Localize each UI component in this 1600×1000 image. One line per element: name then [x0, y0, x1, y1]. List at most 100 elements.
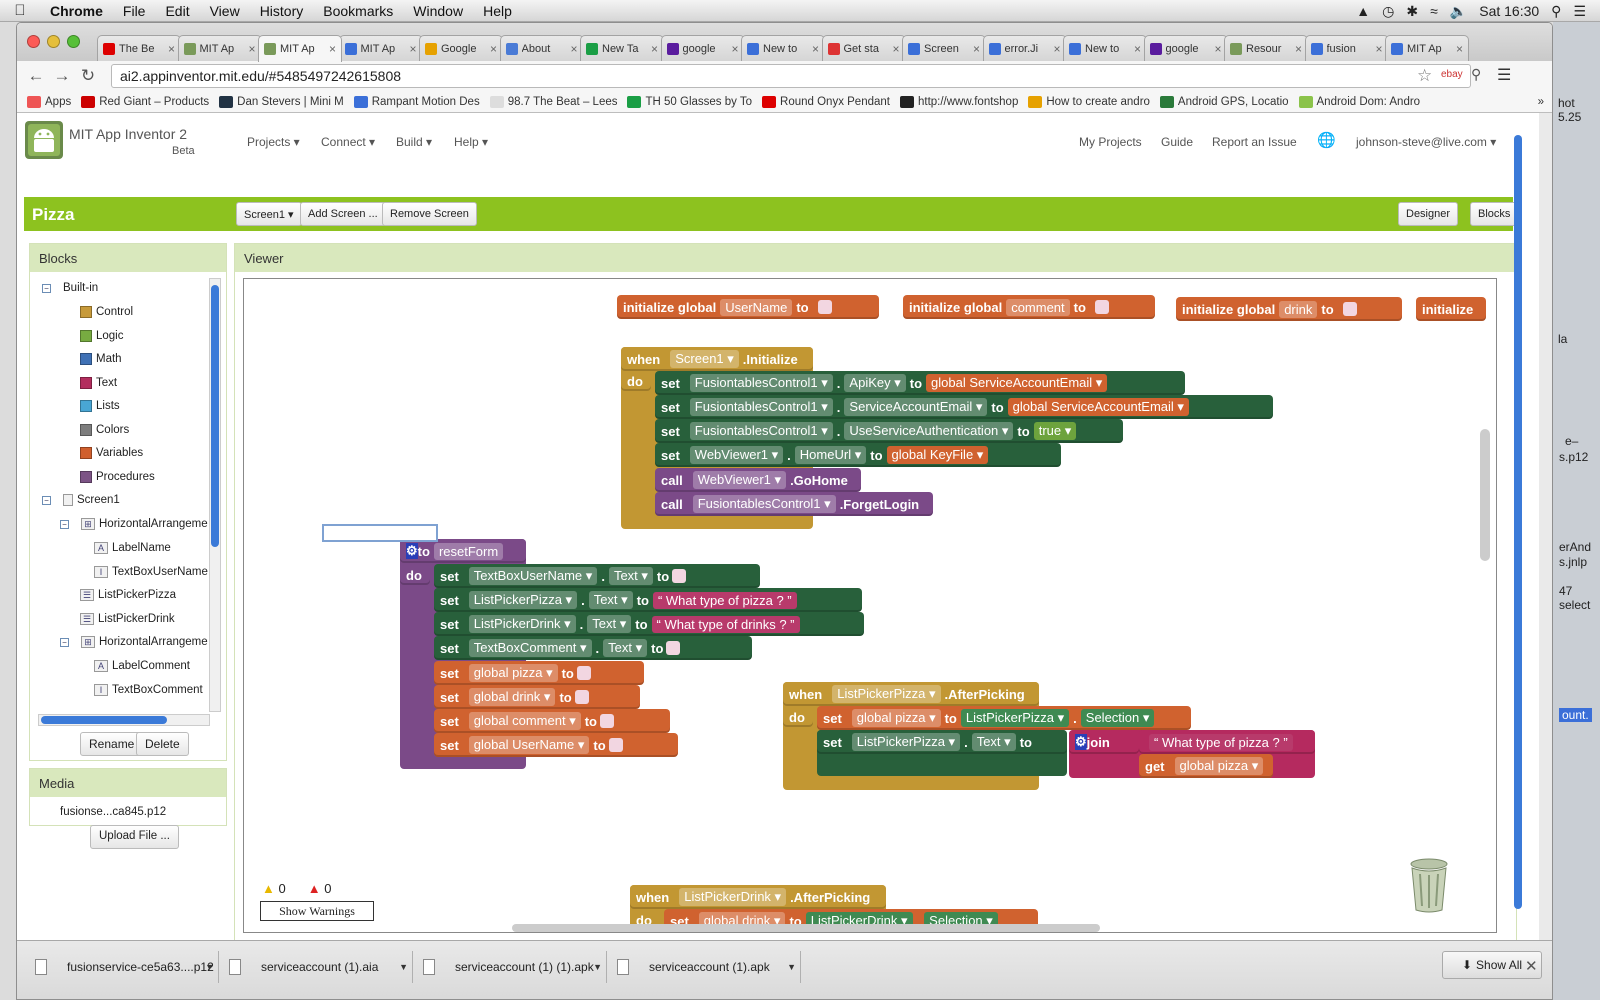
tree-screen1[interactable]: − Screen1 — [42, 494, 120, 506]
component-node[interactable]: ☰ ListPickerDrink — [80, 613, 175, 625]
tab-close-icon[interactable]: × — [570, 42, 577, 56]
component-dropdown[interactable]: TextBoxComment ▾ — [468, 639, 592, 657]
download-item[interactable]: fusionservice-ce5a63....p12 ▼ — [25, 951, 219, 983]
tab-close-icon[interactable]: × — [248, 42, 255, 56]
rename-button[interactable]: Rename — [80, 732, 144, 756]
user-account-menu[interactable]: johnson-steve@live.com ▾ — [1356, 135, 1496, 149]
empty-text-literal[interactable] — [1094, 300, 1109, 314]
join-block[interactable]: ⚙ join — [1069, 730, 1139, 754]
help-menu[interactable]: Help ▾ — [454, 135, 488, 149]
bookmark-item[interactable]: Round Onyx Pendant — [762, 95, 890, 108]
tab-close-icon[interactable]: × — [490, 42, 497, 56]
empty-text-literal[interactable] — [600, 714, 614, 728]
tab-close-icon[interactable]: × — [651, 42, 658, 56]
set-property-block[interactable]: set ListPickerDrink ▾. Text ▾ to “ What type… — [434, 612, 864, 636]
variable-name-field[interactable]: drink — [1279, 300, 1318, 318]
bookmark-item[interactable]: Red Giant – Products — [81, 95, 209, 108]
report-issue-link[interactable]: Report an Issue — [1212, 135, 1297, 149]
list-icon[interactable]: ☰ — [1573, 3, 1586, 20]
menu-file[interactable]: File — [113, 3, 156, 19]
zoom-window-button[interactable] — [67, 35, 80, 48]
property-dropdown[interactable]: ServiceAccountEmail ▾ — [844, 398, 988, 416]
component-getter-block[interactable]: ListPickerPizza ▾ — [960, 709, 1070, 727]
search-extension-icon[interactable]: ⚲ — [1471, 66, 1481, 83]
do-label[interactable]: do — [621, 371, 651, 391]
call-method-block[interactable]: call WebViewer1 ▾ .GoHome — [655, 468, 861, 492]
call-method-block[interactable]: call FusiontablesControl1 ▾ .ForgetLogin — [655, 492, 933, 516]
apple-menu-icon[interactable]:  — [0, 2, 40, 19]
bluetooth-icon[interactable]: ✱ — [1406, 3, 1418, 20]
set-property-block[interactable]: set FusiontablesControl1 ▾. UseServiceAuth… — [655, 419, 1123, 443]
add-screen-button[interactable]: Add Screen ... — [300, 202, 386, 226]
search-icon[interactable]: ⚲ — [1551, 3, 1561, 20]
variable-dropdown[interactable]: global pizza ▾ — [468, 664, 558, 682]
tab-close-icon[interactable]: × — [1456, 42, 1463, 56]
menu-view[interactable]: View — [200, 3, 250, 19]
when-screen-initialize-header[interactable]: when Screen1 ▾ .Initialize — [621, 347, 813, 371]
browser-tab[interactable]: google × — [1143, 35, 1228, 61]
close-downloads-icon[interactable]: ✕ — [1525, 957, 1538, 975]
component-dropdown[interactable]: FusiontablesControl1 ▾ — [689, 398, 833, 416]
browser-tab[interactable]: New to × — [741, 35, 825, 61]
download-item[interactable]: serviceaccount (1) (1).apk ▼ — [413, 951, 607, 983]
builtin-variables[interactable]: Variables — [80, 447, 143, 459]
collapse-icon[interactable]: − — [42, 283, 51, 293]
bookmark-item[interactable]: Android GPS, Locatio — [1159, 95, 1289, 108]
set-global-block[interactable]: set global drink ▾ to — [434, 685, 640, 709]
menu-edit[interactable]: Edit — [155, 3, 199, 19]
component-dropdown[interactable]: FusiontablesControl1 ▾ — [689, 422, 833, 440]
property-dropdown[interactable]: HomeUrl ▾ — [794, 446, 867, 464]
collapse-icon[interactable]: − — [60, 519, 69, 529]
build-menu[interactable]: Build ▾ — [396, 135, 432, 149]
menu-app-name[interactable]: Chrome — [40, 3, 113, 19]
my-projects-link[interactable]: My Projects — [1079, 135, 1142, 149]
tab-close-icon[interactable]: × — [1053, 42, 1060, 56]
browser-tab[interactable]: google × — [660, 35, 745, 61]
property-dropdown[interactable]: Text ▾ — [971, 733, 1016, 751]
scrollbar-thumb[interactable] — [1514, 135, 1522, 909]
page-vertical-scrollbar[interactable] — [1513, 133, 1523, 913]
variable-name-field[interactable]: comment — [1006, 298, 1070, 316]
chevron-down-icon[interactable]: ▼ — [593, 962, 602, 972]
gear-icon[interactable]: ⚙ — [406, 543, 418, 559]
component-node[interactable]: I TextBoxComment — [94, 684, 203, 696]
tab-close-icon[interactable]: × — [1295, 42, 1302, 56]
address-bar[interactable]: ai2.appinventor.mit.edu/#548549724261580… — [111, 64, 1471, 88]
delete-button[interactable]: Delete — [136, 732, 189, 756]
browser-tab[interactable]: Google × — [419, 35, 503, 61]
app-inventor-logo[interactable] — [25, 121, 63, 159]
set-global-block[interactable]: set global comment ▾ to — [434, 709, 670, 733]
scrollbar-thumb[interactable] — [41, 716, 167, 724]
browser-tab[interactable]: Screen × — [902, 35, 986, 61]
component-node[interactable]: A LabelName — [94, 542, 171, 554]
variable-dropdown[interactable]: global pizza ▾ — [851, 709, 941, 727]
component-dropdown[interactable]: Screen1 ▾ — [670, 350, 739, 368]
show-warnings-button[interactable]: Show Warnings — [260, 901, 374, 921]
time-machine-icon[interactable]: ◷ — [1382, 3, 1394, 20]
component-dropdown[interactable]: TextBoxUserName ▾ — [468, 567, 598, 585]
notification-icon[interactable]: ▲ — [1356, 3, 1370, 19]
screen-select-dropdown[interactable]: Screen1 ▾ — [236, 202, 302, 226]
initialize-global-block[interactable]: initialize global UserName to — [617, 295, 879, 319]
tab-close-icon[interactable]: × — [1134, 42, 1141, 56]
projects-menu[interactable]: Projects ▾ — [247, 135, 300, 149]
empty-text-literal[interactable] — [672, 569, 687, 583]
chevron-down-icon[interactable]: ▼ — [399, 962, 408, 972]
scrollbar-thumb[interactable] — [211, 285, 219, 547]
get-global-block[interactable]: global ServiceAccountEmail ▾ — [1007, 398, 1189, 416]
bookmark-item[interactable]: Dan Stevers | Mini M — [219, 95, 344, 108]
set-property-block[interactable]: set WebViewer1 ▾. HomeUrl ▾ to global KeyFil… — [655, 443, 1061, 467]
chevron-down-icon[interactable]: ▼ — [787, 962, 796, 972]
menu-help[interactable]: Help — [473, 3, 522, 19]
bookmark-item[interactable]: Android Dom: Andro — [1298, 95, 1420, 108]
workspace-horizontal-scrollbar[interactable] — [512, 924, 1100, 932]
set-global-block[interactable]: set global pizza ▾ to — [434, 661, 644, 685]
property-dropdown[interactable]: ApiKey ▾ — [844, 374, 906, 392]
bookmark-item[interactable]: http://www.fontshop — [899, 95, 1018, 108]
tree-vertical-scrollbar[interactable] — [209, 278, 221, 712]
download-item[interactable]: serviceaccount (1).aia ▼ — [219, 951, 413, 983]
bookmark-item[interactable]: How to create andro — [1028, 95, 1150, 108]
text-literal[interactable]: “ What type of pizza ? ” — [1149, 733, 1293, 751]
forward-arrow-icon[interactable]: → — [49, 66, 75, 86]
volume-icon[interactable]: 🔈 — [1450, 3, 1467, 20]
